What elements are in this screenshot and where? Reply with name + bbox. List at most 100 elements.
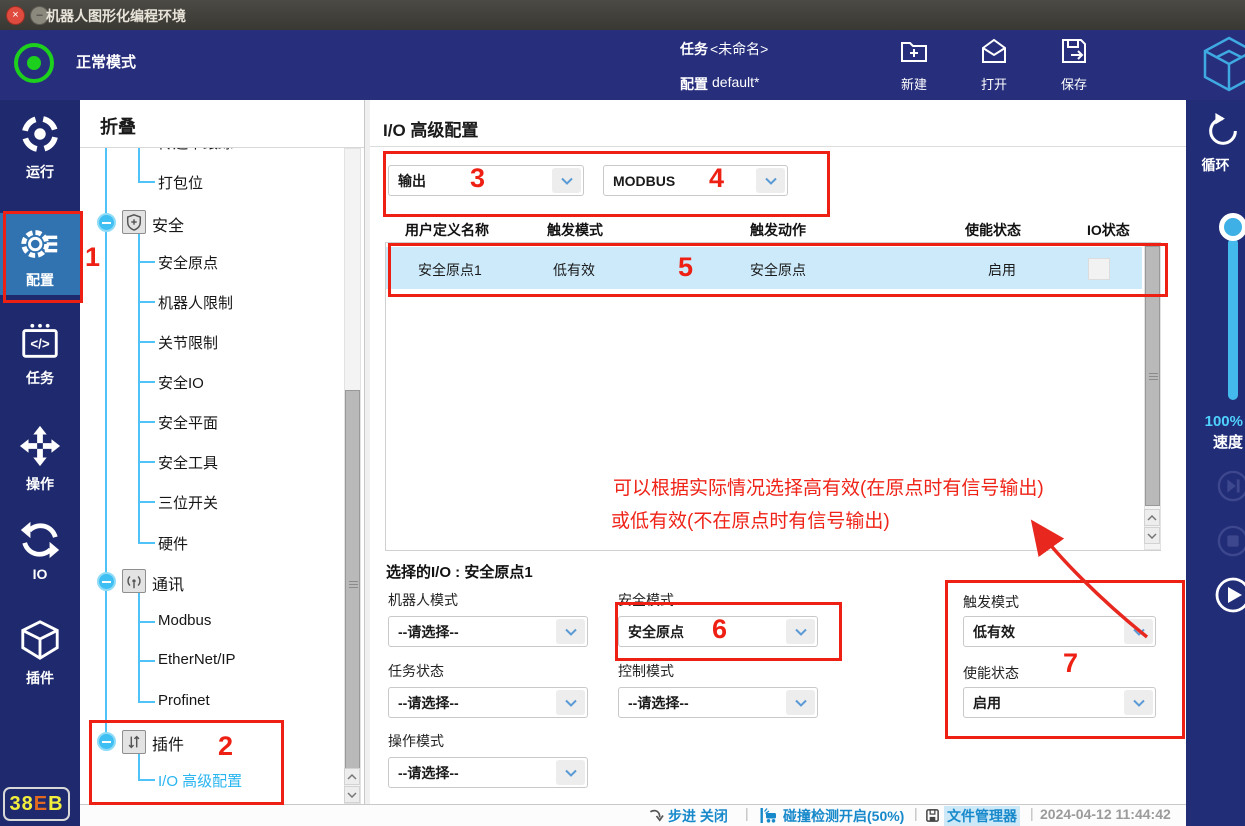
collapse-node-icon[interactable] bbox=[97, 732, 116, 751]
new-file-icon bbox=[899, 36, 929, 66]
tree-item-profinet[interactable]: Profinet bbox=[158, 692, 210, 709]
collapse-node-icon[interactable] bbox=[97, 572, 116, 591]
robot-mode-select[interactable]: --请选择-- bbox=[388, 616, 588, 647]
collapse-button[interactable]: 折叠 bbox=[100, 113, 136, 139]
file-manager-icon bbox=[925, 808, 940, 823]
config-value: default* bbox=[712, 74, 759, 90]
task-state-label: 任务状态 bbox=[388, 661, 444, 681]
safety-mode-select[interactable]: 安全原点 bbox=[618, 616, 818, 647]
brand-logo-icon bbox=[1203, 36, 1245, 92]
chevron-down-icon[interactable] bbox=[1124, 619, 1153, 644]
tree-item-safety-io[interactable]: 安全IO bbox=[158, 372, 204, 393]
tree-stub-line bbox=[138, 779, 155, 781]
chevron-down-icon[interactable] bbox=[552, 168, 581, 193]
chevron-down-icon[interactable] bbox=[556, 619, 585, 644]
speed-slider-knob[interactable] bbox=[1219, 213, 1245, 241]
tree-item-safety-home[interactable]: 安全原点 bbox=[158, 252, 218, 273]
tree-item-ethernet-ip[interactable]: EtherNet/IP bbox=[158, 651, 236, 668]
play-icon[interactable] bbox=[1215, 577, 1245, 613]
close-icon[interactable]: × bbox=[6, 6, 25, 25]
page-title: I/O 高级配置 bbox=[383, 116, 478, 141]
antenna-icon bbox=[122, 569, 146, 593]
tree-item-io-advanced[interactable]: I/O 高级配置 bbox=[158, 770, 242, 791]
tree-item-safety[interactable]: 安全 bbox=[152, 212, 184, 236]
panel-divider bbox=[365, 100, 370, 826]
io-state-checkbox[interactable] bbox=[1088, 258, 1110, 280]
enable-state-label: 使能状态 bbox=[963, 663, 1019, 683]
control-mode-label: 控制模式 bbox=[618, 661, 674, 681]
tree-stub-line bbox=[138, 381, 155, 383]
loop-icon[interactable] bbox=[1204, 112, 1242, 150]
collapse-node-icon[interactable] bbox=[97, 213, 116, 232]
tree-item-pack[interactable]: 打包位 bbox=[158, 172, 203, 193]
file-manager-button[interactable]: 文件管理器 bbox=[944, 806, 1020, 826]
sidebar-item-run-label[interactable]: 运行 bbox=[0, 162, 80, 182]
annotation-tip-line1: 可以根据实际情况选择高有效(在原点时有信号输出) bbox=[613, 473, 1044, 500]
app-window: × – 机器人图形化编程环境 正常模式 任务 <未命名> 配置 default*… bbox=[0, 0, 1245, 826]
table-scrollbar-thumb[interactable] bbox=[1145, 246, 1160, 506]
trigger-mode-select[interactable]: 低有效 bbox=[963, 616, 1156, 647]
tree-stub-line bbox=[138, 621, 155, 623]
tree-item-hardware[interactable]: 硬件 bbox=[158, 533, 188, 554]
step-status[interactable]: 步进 关闭 bbox=[668, 806, 728, 826]
op-mode-select[interactable]: --请选择-- bbox=[388, 757, 588, 788]
task-label: 任务 bbox=[680, 39, 708, 59]
chevron-down-icon[interactable] bbox=[786, 690, 815, 715]
collision-status[interactable]: 碰撞检测开启(50%) bbox=[783, 806, 904, 826]
open-button-label[interactable]: 打开 bbox=[964, 74, 1024, 93]
tree-item-safety-tool[interactable]: 安全工具 bbox=[158, 452, 218, 473]
stop-icon[interactable] bbox=[1217, 525, 1245, 557]
scroll-down-icon[interactable] bbox=[1144, 527, 1160, 544]
scroll-down-icon[interactable] bbox=[344, 786, 360, 803]
sidebar-item-plugin-label[interactable]: 插件 bbox=[0, 668, 80, 688]
separator: | bbox=[745, 805, 749, 821]
io-type-select[interactable]: 输出 bbox=[388, 165, 584, 196]
title-divider bbox=[370, 146, 1186, 147]
sidebar-item-operate-label[interactable]: 操作 bbox=[0, 474, 80, 494]
tree-scrollbar-thumb[interactable] bbox=[345, 390, 360, 778]
chevron-down-icon[interactable] bbox=[756, 168, 785, 193]
control-mode-value: --请选择-- bbox=[619, 693, 689, 713]
tree-item-modbus[interactable]: Modbus bbox=[158, 612, 211, 629]
collision-icon bbox=[759, 807, 779, 824]
annotation-tip-line2: 或低有效(不在原点时有信号输出) bbox=[611, 506, 890, 533]
chevron-down-icon[interactable] bbox=[556, 690, 585, 715]
tree-item-joint-limit[interactable]: 关节限制 bbox=[158, 332, 218, 353]
new-button-label[interactable]: 新建 bbox=[884, 74, 944, 93]
column-header: IO状态 bbox=[1087, 220, 1130, 240]
loop-label: 循环 bbox=[1186, 155, 1245, 175]
skip-next-icon[interactable] bbox=[1217, 470, 1245, 502]
save-button-label[interactable]: 保存 bbox=[1044, 74, 1104, 93]
annotation-number-7: 7 bbox=[1063, 648, 1078, 679]
tree-stub-line bbox=[138, 660, 155, 662]
titlebar: × – 机器人图形化编程环境 bbox=[0, 0, 1245, 31]
chevron-down-icon[interactable] bbox=[556, 760, 585, 785]
sidebar-item-task-label[interactable]: 任务 bbox=[0, 368, 80, 388]
tree-item-robot-limit[interactable]: 机器人限制 bbox=[158, 292, 233, 313]
scroll-up-icon[interactable] bbox=[1144, 509, 1160, 526]
column-header: 用户定义名称 bbox=[405, 220, 489, 240]
tree-branch-line bbox=[138, 753, 140, 780]
status-bar bbox=[80, 804, 1186, 826]
badge-part: B bbox=[48, 793, 63, 816]
mode-label: 正常模式 bbox=[76, 51, 136, 72]
chevron-down-icon[interactable] bbox=[1124, 690, 1153, 715]
chevron-down-icon[interactable] bbox=[786, 619, 815, 644]
window-title: 机器人图形化编程环境 bbox=[46, 6, 186, 26]
sidebar-item-config-label[interactable]: 配置 bbox=[0, 270, 80, 290]
scroll-up-icon[interactable] bbox=[344, 768, 360, 785]
tree-branch-line bbox=[138, 592, 140, 702]
trigger-mode-value: 低有效 bbox=[964, 622, 1015, 642]
tree-item-comm[interactable]: 通讯 bbox=[152, 571, 184, 595]
tree-item-plugin[interactable]: 插件 bbox=[152, 731, 184, 755]
tree-item-three-pos-switch[interactable]: 三位开关 bbox=[158, 492, 218, 513]
control-mode-select[interactable]: --请选择-- bbox=[618, 687, 818, 718]
task-state-select[interactable]: --请选择-- bbox=[388, 687, 588, 718]
speed-slider-track[interactable] bbox=[1228, 238, 1238, 400]
sidebar-item-io-label[interactable]: IO bbox=[0, 566, 80, 582]
sliders-icon bbox=[122, 730, 146, 754]
tree-item-safety-plane[interactable]: 安全平面 bbox=[158, 412, 218, 433]
protocol-select[interactable]: MODBUS bbox=[603, 165, 788, 196]
enable-state-select[interactable]: 启用 bbox=[963, 687, 1156, 718]
column-header: 使能状态 bbox=[965, 220, 1021, 240]
